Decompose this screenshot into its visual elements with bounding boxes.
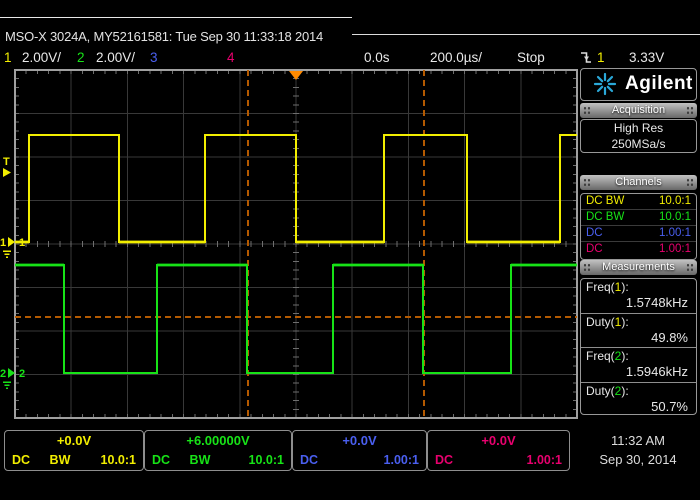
- acquisition-header[interactable]: Acquisition: [580, 103, 697, 118]
- duty2-value: 50.7%: [586, 399, 691, 414]
- grip-dots-icon: [686, 106, 694, 115]
- ch1-scale[interactable]: 2.00V/: [22, 48, 61, 67]
- ch3-status-box[interactable]: +0.0V DC 1.00:1: [292, 430, 427, 471]
- channel-row-4: DC 1.00:1: [581, 241, 696, 257]
- sample-rate: 250MSa/s: [581, 137, 696, 152]
- brand-panel: Agilent: [580, 68, 697, 101]
- grip-dots-icon: [583, 106, 591, 115]
- current-date: Sep 30, 2014: [578, 450, 698, 469]
- measurement-freq1: Freq(1): 1.5748kHz: [581, 279, 696, 313]
- trigger-level[interactable]: 3.33V: [629, 48, 664, 67]
- channels-title: Channels: [615, 176, 661, 188]
- ch1-probe-label: 10.0:1: [101, 453, 136, 467]
- ch2-bw-label: BW: [190, 453, 211, 467]
- svg-text:2: 2: [0, 368, 6, 380]
- ch1-coupling-label: DC: [12, 453, 30, 467]
- ch3-probe-ratio: 1.00:1: [659, 226, 691, 241]
- ch4-probe-label: 1.00:1: [527, 453, 562, 467]
- ch1-bw-label: BW: [50, 453, 71, 467]
- ch1-probe-ratio: 10.0:1: [659, 194, 691, 209]
- channel-row-1: DC BW 10.0:1: [581, 194, 696, 209]
- ch1-number[interactable]: 1: [4, 48, 12, 67]
- grip-dots-icon: [686, 178, 694, 187]
- status-scale-bar: 1 2.00V/ 2 2.00V/ 3 4 0.0s 200.0µs/ Stop…: [0, 48, 700, 67]
- ch2-probe-label: 10.0:1: [249, 453, 284, 467]
- channel-row-3: DC 1.00:1: [581, 225, 696, 241]
- svg-text:T: T: [3, 156, 10, 168]
- measurements-title: Measurements: [602, 261, 675, 273]
- channels-header[interactable]: Channels: [580, 175, 697, 190]
- svg-text:1: 1: [19, 237, 25, 249]
- acquisition-title: Acquisition: [612, 104, 665, 116]
- ch4-probe-ratio: 1.00:1: [659, 242, 691, 257]
- horizontal-delay[interactable]: 0.0s: [364, 48, 390, 67]
- ch1-coupling: DC BW: [586, 194, 624, 209]
- grip-dots-icon: [583, 263, 591, 272]
- measurement-duty2: Duty(2): 50.7%: [581, 382, 696, 417]
- model-serial-datetime: MSO-X 3024A, MY52161581: Tue Sep 30 11:3…: [5, 29, 323, 44]
- channels-panel: DC BW 10.0:1 DC BW 10.0:1 DC 1.00:1 DC 1…: [580, 193, 697, 260]
- ch2-offset: +6.00000V: [145, 433, 291, 449]
- run-state: Stop: [517, 48, 545, 67]
- measurement-duty1: Duty(1): 49.8%: [581, 313, 696, 348]
- freq1-value: 1.5748kHz: [586, 295, 691, 310]
- trigger-source[interactable]: 1: [597, 48, 605, 67]
- grip-dots-icon: [686, 263, 694, 272]
- trigger-slope-icon: [580, 50, 592, 70]
- freq2-value: 1.5946kHz: [586, 364, 691, 379]
- brand-name: Agilent: [625, 73, 693, 95]
- measurements-panel: Freq(1): 1.5748kHz Duty(1): 49.8% Freq(2…: [580, 278, 697, 415]
- ch2-coupling-label: DC: [152, 453, 170, 467]
- waveform-graticule: T 1 1 2 2: [0, 68, 578, 425]
- ch3-offset: +0.0V: [293, 433, 426, 449]
- ch1-status-box[interactable]: +0.0V DC BW 10.0:1: [4, 430, 144, 471]
- ch2-coupling: DC BW: [586, 210, 624, 225]
- ch4-status-box[interactable]: +0.0V DC 1.00:1: [427, 430, 570, 471]
- ch4-number[interactable]: 4: [227, 48, 235, 67]
- ch4-coupling: DC: [586, 242, 603, 257]
- svg-text:2: 2: [19, 368, 25, 380]
- clock-block: 11:32 AM Sep 30, 2014: [578, 431, 698, 469]
- ch4-offset: +0.0V: [428, 433, 569, 449]
- ch3-coupling-label: DC: [300, 453, 318, 467]
- acquisition-panel: High Res 250MSa/s: [580, 119, 697, 153]
- ch4-coupling-label: DC: [435, 453, 453, 467]
- sidebar: Agilent Acquisition High Res 250MSa/s Ch…: [578, 68, 700, 425]
- agilent-starburst-icon: [593, 72, 617, 96]
- ch3-number[interactable]: 3: [150, 48, 158, 67]
- acquisition-mode: High Res: [581, 121, 696, 136]
- ch2-probe-ratio: 10.0:1: [659, 210, 691, 225]
- ch2-scale[interactable]: 2.00V/: [96, 48, 135, 67]
- ch2-number[interactable]: 2: [77, 48, 85, 67]
- ch3-probe-label: 1.00:1: [384, 453, 419, 467]
- measurements-header[interactable]: Measurements: [580, 260, 697, 275]
- top-separator-right: [352, 34, 700, 35]
- scope-screen: MSO-X 3024A, MY52161581: Tue Sep 30 11:3…: [0, 0, 700, 500]
- measurement-freq2: Freq(2): 1.5946kHz: [581, 347, 696, 382]
- duty1-value: 49.8%: [586, 330, 691, 345]
- top-separator-left: [0, 17, 352, 18]
- ch3-coupling: DC: [586, 226, 603, 241]
- channel-row-2: DC BW 10.0:1: [581, 209, 696, 225]
- current-time: 11:32 AM: [578, 431, 698, 450]
- svg-text:1: 1: [0, 237, 6, 249]
- grip-dots-icon: [583, 178, 591, 187]
- ch1-offset: +0.0V: [5, 433, 143, 449]
- ch2-status-box[interactable]: +6.00000V DC BW 10.0:1: [144, 430, 292, 471]
- timebase-scale[interactable]: 200.0µs/: [430, 48, 482, 67]
